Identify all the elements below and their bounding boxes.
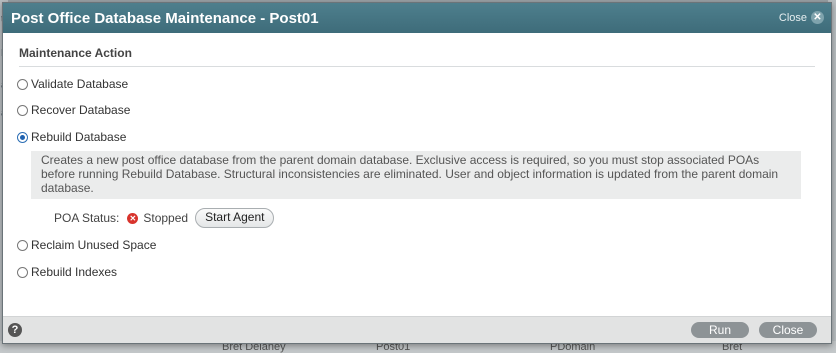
option-reclaim-unused-space[interactable]: Reclaim Unused Space (17, 238, 156, 252)
titlebar-close-button[interactable]: Close ✕ (779, 11, 824, 24)
maintenance-dialog: Post Office Database Maintenance - Post0… (2, 2, 832, 344)
radio-recover-database[interactable] (17, 104, 28, 116)
dialog-content: Maintenance Action (19, 33, 815, 67)
radio-rebuild-indexes[interactable] (17, 266, 28, 278)
titlebar-close-label: Close (778, 11, 807, 24)
run-button[interactable]: Run (691, 322, 749, 338)
option-label: Recover Database (31, 103, 131, 117)
option-validate-database[interactable]: Validate Database (17, 77, 128, 91)
option-label: Reclaim Unused Space (31, 238, 157, 252)
stopped-status-icon: ✕ (127, 212, 139, 224)
radio-rebuild-database[interactable] (17, 131, 28, 143)
help-icon[interactable]: ? (8, 323, 22, 337)
poa-status-label: POA Status: (54, 211, 120, 225)
poa-status-value: Stopped (143, 211, 189, 225)
start-agent-button[interactable]: Start Agent (195, 208, 275, 228)
option-label: Rebuild Indexes (31, 265, 118, 279)
rebuild-description: Creates a new post office database from … (31, 151, 801, 199)
dialog-footer: ? Run Close (3, 316, 831, 343)
option-rebuild-indexes[interactable]: Rebuild Indexes (17, 265, 117, 279)
section-title: Maintenance Action (19, 46, 815, 67)
option-label: Validate Database (31, 77, 129, 91)
dialog-titlebar: Post Office Database Maintenance - Post0… (3, 3, 831, 33)
close-icon[interactable]: ✕ (811, 11, 824, 24)
option-recover-database[interactable]: Recover Database (17, 103, 130, 117)
radio-validate-database[interactable] (17, 78, 28, 90)
dialog-title: Post Office Database Maintenance - Post0… (11, 10, 319, 27)
poa-status-row: POA Status: ✕ Stopped Start Agent (54, 208, 275, 228)
close-button[interactable]: Close (759, 322, 817, 338)
radio-reclaim-unused-space[interactable] (17, 239, 28, 251)
option-rebuild-database[interactable]: Rebuild Database (17, 130, 126, 144)
option-label: Rebuild Database (31, 130, 127, 144)
